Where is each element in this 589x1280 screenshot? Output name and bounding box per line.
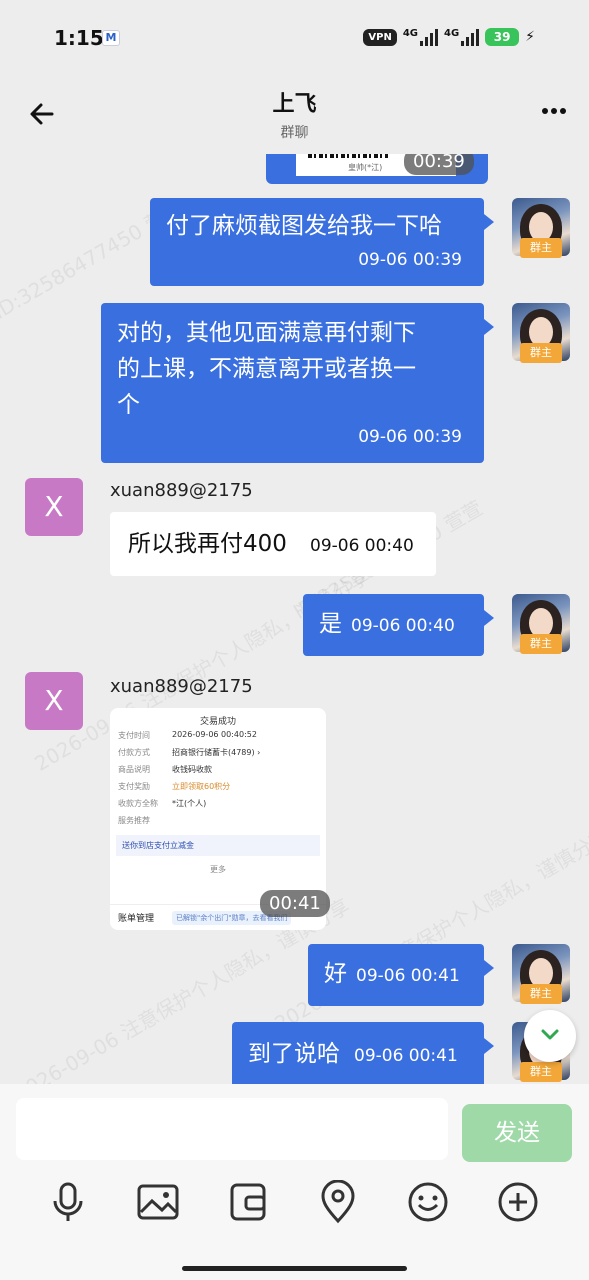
message-text: 的上课，不满意离开或者换一 (117, 356, 416, 382)
group-owner-tag: 群主 (520, 238, 562, 258)
message-text: 到了说哈 (248, 1041, 340, 1067)
send-button[interactable]: 发送 (462, 1104, 572, 1162)
battery-indicator: 39 (485, 28, 520, 46)
sender-name: xuan889@2175 (110, 480, 253, 501)
emoji-icon[interactable] (406, 1180, 450, 1224)
home-indicator (182, 1266, 407, 1271)
input-bar: 发送 (0, 1084, 589, 1280)
message-bubble[interactable]: 是 09-06 00:40 (303, 594, 494, 656)
receipt-row: 服务推荐 (118, 816, 150, 825)
chevron-down-icon (541, 1029, 559, 1040)
receipt-row: 收款方全称 *江(个人) (118, 799, 207, 808)
message-input[interactable] (16, 1098, 448, 1160)
message-time: 09-06 00:39 (358, 427, 462, 447)
chat-message-list[interactable]: ID:32586477450 萱萱 ID:32586477450 萱萱 2026… (0, 154, 589, 1084)
bolt-icon: ⚡ (525, 29, 535, 45)
qr-code (308, 154, 388, 158)
receipt-promo: 送你到店支付立减金 (116, 835, 320, 856)
video-duration: 00:41 (260, 890, 330, 917)
group-owner-tag: 群主 (520, 1062, 562, 1082)
group-owner-tag: 群主 (520, 634, 562, 654)
message-text: 付了麻烦截图发给我一下哈 (166, 213, 442, 239)
message-bubble[interactable]: 到了说哈 09-06 00:41 (232, 1022, 494, 1084)
receipt-row: 支付时间 2026-09-06 00:40:52 (118, 730, 257, 740)
receipt-row: 支付奖励 立即领取60积分 (118, 782, 231, 791)
microphone-icon[interactable] (46, 1180, 90, 1224)
signal-icon: 4G (403, 28, 438, 46)
message-bubble[interactable]: 对的，其他见面满意再付剩下 的上课，不满意离开或者换一 个 09-06 00:3… (101, 303, 494, 463)
avatar[interactable]: X (25, 672, 83, 730)
status-time: 1:15 (54, 26, 104, 50)
message-time: 09-06 00:39 (358, 250, 462, 270)
message-text: 个 (117, 392, 140, 418)
receipt-row: 商品说明 收钱码收款 (118, 765, 212, 774)
avatar[interactable]: X (25, 478, 83, 536)
message-text: 对的，其他见面满意再付剩下 (117, 320, 416, 346)
status-indicators: VPN 4G 4G 39 ⚡ (363, 28, 535, 46)
input-toolbar (0, 1180, 589, 1240)
message-bubble[interactable]: 所以我再付400 09-06 00:40 (110, 512, 436, 576)
status-bar: 1:15 M VPN 4G 4G 39 ⚡ (0, 0, 589, 80)
message-time: 09-06 00:40 (351, 616, 455, 636)
message-bubble[interactable]: 好 09-06 00:41 (308, 944, 494, 1006)
chat-subtitle: 群聊 (280, 125, 309, 141)
scroll-to-bottom-button[interactable] (524, 1010, 576, 1062)
receipt-more: 更多 (210, 865, 226, 874)
sender-name: xuan889@2175 (110, 676, 253, 697)
receipt-title: 交易成功 (199, 717, 236, 727)
chat-header: 上飞 群聊 (0, 80, 589, 154)
video-duration: 00:39 (404, 154, 474, 175)
wallet-icon[interactable] (226, 1180, 270, 1224)
plus-icon[interactable] (496, 1180, 540, 1224)
message-time: 09-06 00:41 (356, 966, 460, 986)
location-icon[interactable] (316, 1180, 360, 1224)
message-text: 是 (319, 611, 342, 637)
group-owner-tag: 群主 (520, 984, 562, 1004)
message-text: 好 (324, 961, 347, 987)
qr-caption: 皇帅(*江) (348, 163, 383, 172)
more-dots-icon[interactable] (541, 106, 567, 116)
image-icon[interactable] (136, 1180, 180, 1224)
chat-title: 上飞 (272, 92, 317, 117)
message-bubble[interactable]: 付了麻烦截图发给我一下哈 09-06 00:39 (150, 198, 494, 286)
mail-icon: M (102, 30, 120, 46)
signal-icon: 4G (444, 28, 480, 46)
message-text: 所以我再付400 (128, 531, 287, 557)
message-time: 09-06 00:40 (310, 536, 414, 556)
message-time: 09-06 00:41 (354, 1046, 458, 1066)
receipt-row: 付款方式 招商银行储蓄卡(4789) › (118, 748, 261, 757)
vpn-badge: VPN (363, 28, 397, 46)
group-owner-tag: 群主 (520, 343, 562, 363)
